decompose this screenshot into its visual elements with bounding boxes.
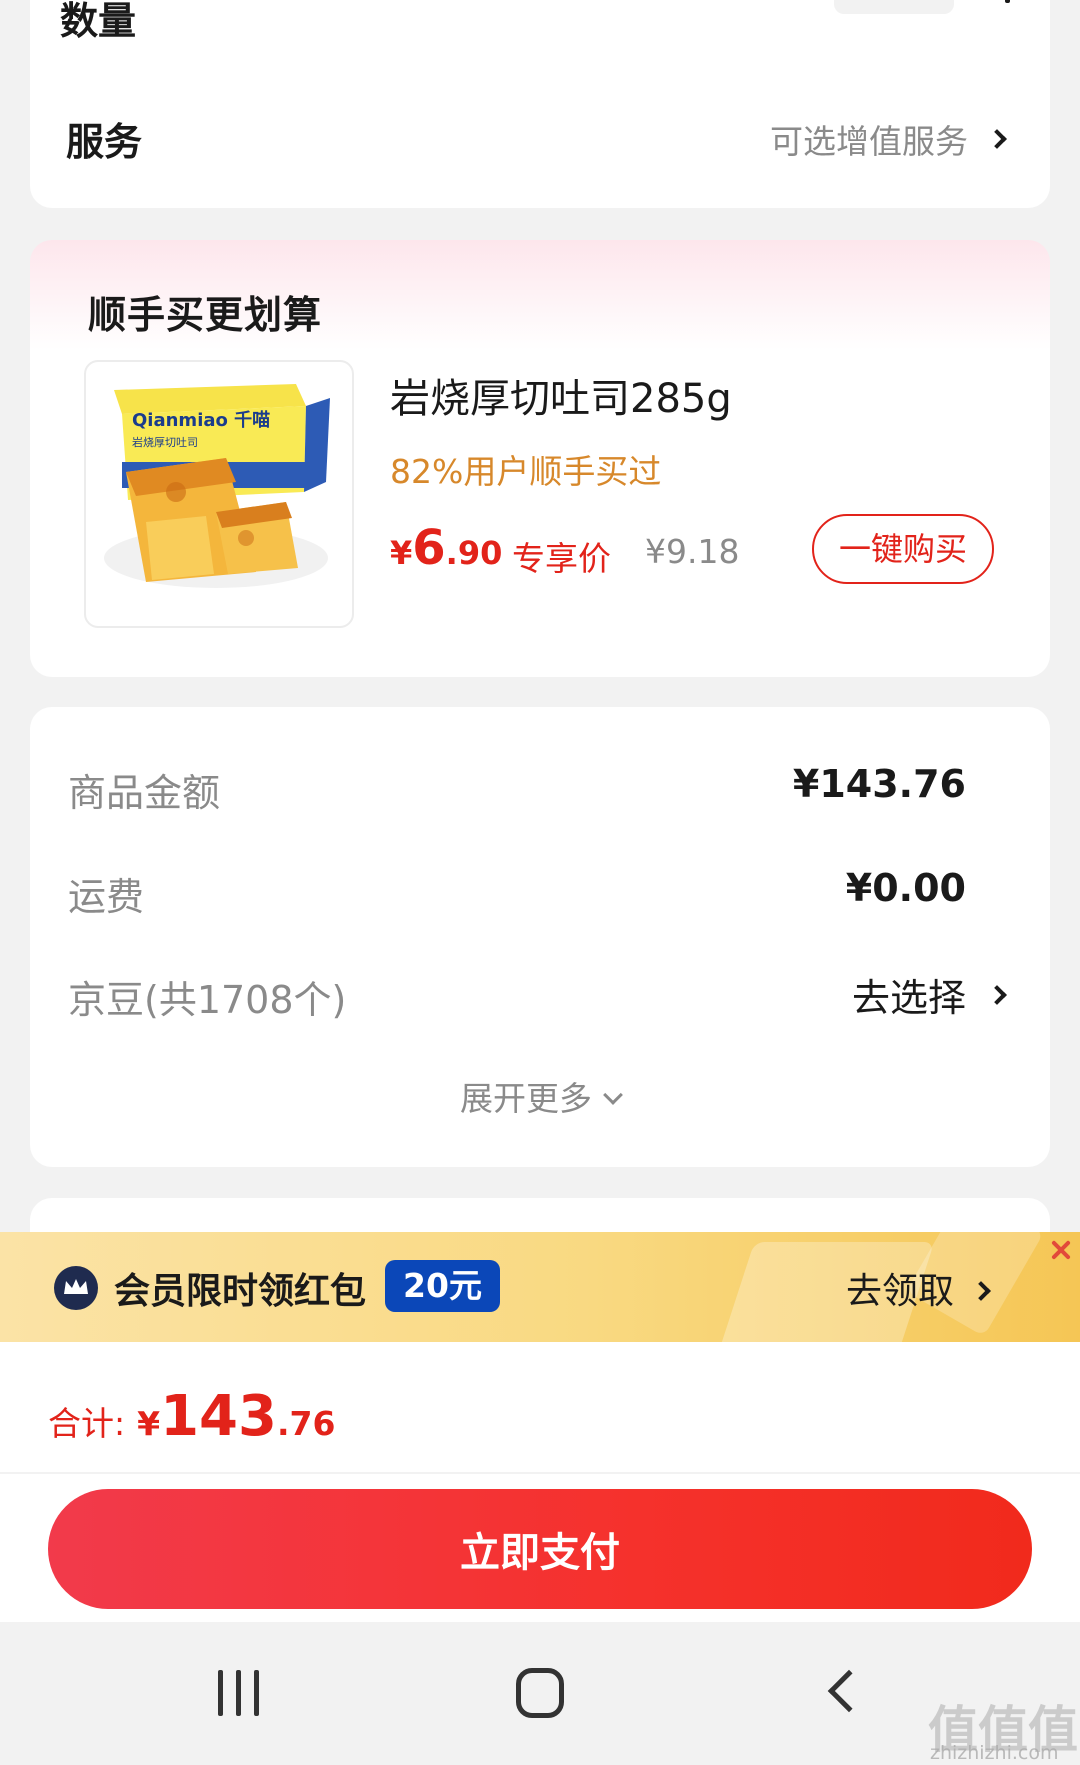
total-amount: 合计: ¥143.76 [48, 1384, 335, 1449]
jingdou-select: 去选择 [851, 976, 966, 1020]
exclusive-price-tag: 专享价 [512, 539, 611, 578]
redpacket-amount-badge: 20元 [385, 1260, 500, 1312]
jingdou-label: 京豆(共1708个) [68, 978, 347, 1022]
expand-more-button[interactable]: 展开更多 [30, 1072, 1050, 1120]
shipping-value: ¥0.00 [845, 866, 966, 910]
bought-percent-text: 82%用户顺手买过 [390, 452, 662, 491]
quantity-input[interactable]: 2 [834, 0, 954, 14]
checkout-bar: 合计: ¥143.76 立即支付 [0, 1342, 1080, 1622]
quantity-label: 数量 [60, 0, 137, 43]
price-integer: 6 [412, 520, 446, 576]
goods-amount-label: 商品金额 [68, 771, 221, 815]
total-decimal: .76 [277, 1404, 336, 1443]
divider [0, 1472, 1080, 1474]
shipping-label: 运费 [68, 875, 145, 919]
plus-icon[interactable] [990, 0, 1026, 6]
watermark-url: zhizhizhi.com [930, 1742, 1059, 1764]
image-subtitle-text: 岩烧厚切吐司 [132, 435, 198, 449]
price-currency: ¥ [390, 534, 413, 572]
nav-recent-icon[interactable] [216, 1670, 262, 1716]
nav-home-icon[interactable] [516, 1668, 564, 1718]
price-decimal: .90 [445, 534, 503, 572]
nav-back-icon[interactable] [827, 1669, 871, 1713]
banner-text: 会员限时领红包 [114, 1271, 367, 1312]
claim-link[interactable]: 去领取 [846, 1262, 954, 1314]
chevron-right-icon [987, 985, 1007, 1005]
original-price: ¥9.18 [645, 532, 740, 571]
pay-now-button[interactable]: 立即支付 [48, 1489, 1032, 1609]
member-redpacket-banner[interactable]: 会员限时领红包 20元 去领取 [0, 1232, 1080, 1342]
system-nav-bar [0, 1622, 1080, 1765]
image-brand-text: Qianmiao 千喵 [132, 410, 270, 431]
minus-icon[interactable] [788, 0, 824, 10]
expand-more-label: 展开更多 [460, 1079, 592, 1118]
total-integer: 143 [160, 1384, 277, 1449]
goods-amount-value: ¥143.76 [792, 762, 966, 806]
total-label: 合计: [48, 1404, 126, 1443]
exclusive-price: ¥6.90 [390, 520, 502, 576]
service-label: 服务 [66, 120, 143, 164]
chevron-right-icon [987, 129, 1007, 149]
chevron-down-icon [603, 1085, 623, 1105]
close-icon[interactable] [1046, 1236, 1076, 1266]
order-options-card: 数量 2 服务 可选增值服务 [30, 0, 1050, 208]
recommend-title: 顺手买更划算 [88, 293, 323, 337]
product-name[interactable]: 岩烧厚切吐司285g [390, 366, 732, 424]
crown-icon [54, 1266, 98, 1310]
recommend-card: 顺手买更划算 Qianmiao 千喵 岩烧厚切吐司 岩烧厚切吐司285g 82%… [30, 240, 1050, 677]
service-value: 可选增值服务 [770, 122, 968, 161]
product-image[interactable]: Qianmiao 千喵 岩烧厚切吐司 [84, 360, 354, 628]
total-currency: ¥ [137, 1404, 161, 1443]
amount-card: 商品金额 ¥143.76 运费 ¥0.00 京豆(共1708个) 去选择 展开更… [30, 707, 1050, 1167]
toast-box-illustration: Qianmiao 千喵 岩烧厚切吐司 [104, 384, 330, 588]
one-click-buy-button[interactable]: 一键购买 [812, 514, 994, 584]
